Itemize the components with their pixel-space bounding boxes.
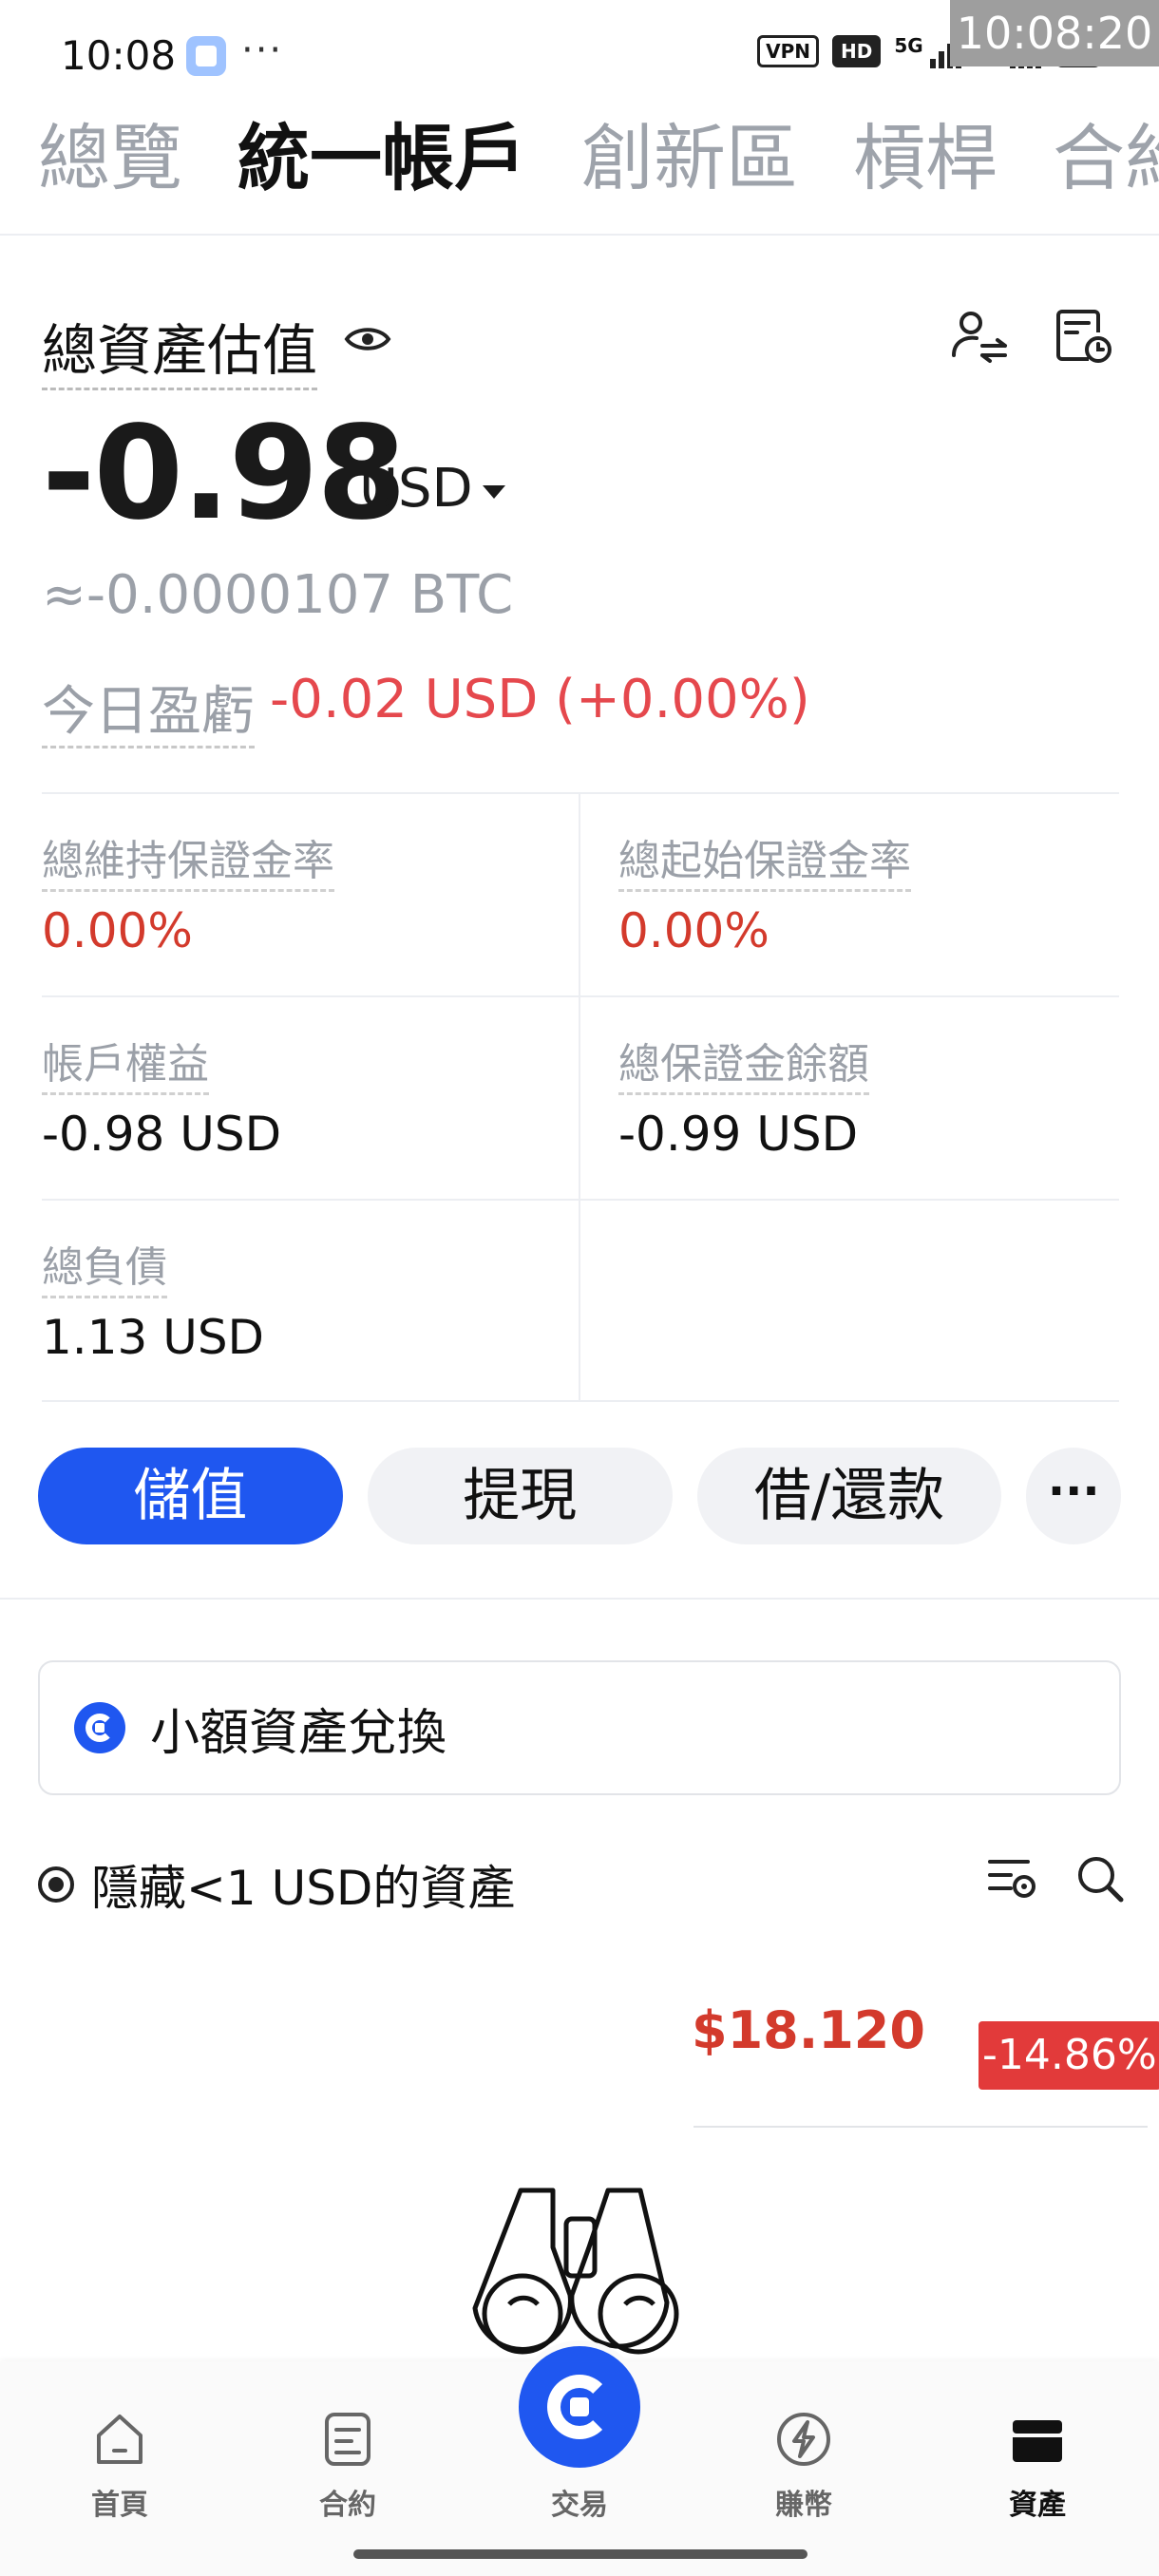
exchange-brand-icon: [74, 1702, 125, 1753]
total-asset-value: -0.98: [42, 399, 407, 549]
binoculars-icon: [472, 2188, 679, 2355]
today-pnl: 今日盈虧 -0.02 USD (+0.00%): [42, 669, 810, 748]
total-asset-title[interactable]: 總資產估值: [42, 306, 318, 390]
exchange-label: 小額資產兌換: [150, 1704, 447, 1762]
pnl-value: -0.02 USD (+0.00%): [270, 669, 810, 730]
wallet-icon: [1013, 2420, 1062, 2462]
margin-balance-value: -0.99 USD: [618, 1107, 859, 1162]
nav-home[interactable]: 首頁: [44, 2409, 196, 2523]
hide-small-assets-toggle[interactable]: 隱藏<1 USD的資產: [38, 1850, 515, 1919]
currency-selector[interactable]: USD: [359, 458, 505, 520]
tab-unified-account[interactable]: 統一帳戶: [238, 106, 526, 234]
tab-futures[interactable]: 合約: [1053, 106, 1159, 234]
margin-balance-label[interactable]: 總保證金餘額: [618, 1030, 869, 1095]
trade-button[interactable]: [513, 2340, 646, 2473]
withdraw-button[interactable]: 提現: [367, 1448, 673, 1544]
init-margin-label[interactable]: 總起始保證金率: [618, 826, 911, 892]
home-icon: [97, 2415, 142, 2464]
maint-margin-value: 0.00%: [42, 903, 193, 958]
more-notifications-icon: ···: [241, 28, 284, 72]
equity-value: -0.98 USD: [42, 1107, 282, 1162]
liabilities-cell: 總負債 1.13 USD: [42, 1201, 580, 1400]
vpn-badge: VPN: [757, 35, 819, 67]
nav-earn-label: 賺幣: [775, 2489, 832, 2522]
notification-app-icon: [186, 36, 226, 76]
metrics-row: 總維持保證金率 0.00% 總起始保證金率 0.00%: [42, 792, 1119, 995]
btc-equivalent: ≈-0.0000107 BTC: [42, 564, 514, 626]
ticker-change-badge: -14.86%: [978, 2021, 1159, 2090]
account-tabs: 總覽 統一帳戶 創新區 槓桿 合約: [0, 106, 1159, 236]
init-margin-value: 0.00%: [618, 903, 770, 958]
history-icon[interactable]: [1053, 306, 1113, 367]
deposit-button[interactable]: 儲值: [38, 1448, 343, 1544]
borrow-repay-button[interactable]: 借/還款: [696, 1448, 1002, 1544]
futures-icon: [325, 2413, 370, 2466]
nav-futures-label: 合約: [319, 2489, 376, 2522]
currency-label: USD: [359, 458, 473, 520]
empty-cell: [580, 1201, 1119, 1400]
radio-selected-icon[interactable]: [38, 1866, 74, 1903]
earn-icon: [777, 2413, 830, 2466]
small-asset-exchange-card[interactable]: 小額資產兌換: [38, 1660, 1121, 1795]
hide-small-assets-label: 隱藏<1 USD的資產: [91, 1861, 516, 1916]
overlay-clock: 10:08:20: [950, 0, 1159, 66]
liabilities-value: 1.13 USD: [42, 1310, 265, 1365]
caret-down-icon: [482, 484, 505, 499]
maint-margin-cell: 總維持保證金率 0.00%: [42, 794, 580, 995]
liabilities-label[interactable]: 總負債: [42, 1233, 167, 1298]
eye-icon[interactable]: [344, 323, 391, 355]
nav-earn[interactable]: 賺幣: [728, 2409, 880, 2523]
equity-label[interactable]: 帳戶權益: [42, 1030, 209, 1095]
nav-assets[interactable]: 資產: [961, 2409, 1113, 2523]
home-indicator[interactable]: [353, 2549, 808, 2559]
tab-overview[interactable]: 總覽: [38, 106, 182, 234]
tab-innovation-zone[interactable]: 創新區: [581, 106, 798, 234]
metrics-grid: 總維持保證金率 0.00% 總起始保證金率 0.00% 帳戶權益 -0.98 U…: [42, 792, 1119, 1402]
ticker-divider: [694, 2126, 1148, 2128]
metrics-row: 總負債 1.13 USD: [42, 1199, 1119, 1402]
action-buttons: 儲值 提現 借/還款 ···: [38, 1448, 1122, 1544]
account-switch-icon[interactable]: [948, 306, 1009, 367]
nav-futures[interactable]: 合約: [272, 2409, 424, 2523]
tab-margin[interactable]: 槓桿: [853, 106, 998, 234]
nav-assets-label: 資產: [1009, 2489, 1066, 2522]
margin-balance-cell: 總保證金餘額 -0.99 USD: [580, 997, 1119, 1199]
search-icon[interactable]: [1074, 1852, 1127, 1905]
hd-badge: HD: [831, 35, 882, 67]
filter-settings-icon[interactable]: [986, 1852, 1039, 1905]
status-time: 10:08: [61, 32, 177, 79]
nav-home-label: 首頁: [91, 2489, 148, 2522]
maint-margin-label[interactable]: 總維持保證金率: [42, 826, 334, 892]
init-margin-cell: 總起始保證金率 0.00%: [580, 794, 1119, 995]
pnl-label[interactable]: 今日盈虧: [42, 669, 255, 748]
nav-trade-label: 交易: [551, 2489, 608, 2522]
more-button[interactable]: ···: [1026, 1448, 1122, 1544]
ticker-price: $18.120: [692, 2000, 925, 2060]
section-divider: [0, 1598, 1159, 1600]
metrics-row: 帳戶權益 -0.98 USD 總保證金餘額 -0.99 USD: [42, 995, 1119, 1199]
equity-cell: 帳戶權益 -0.98 USD: [42, 997, 580, 1199]
